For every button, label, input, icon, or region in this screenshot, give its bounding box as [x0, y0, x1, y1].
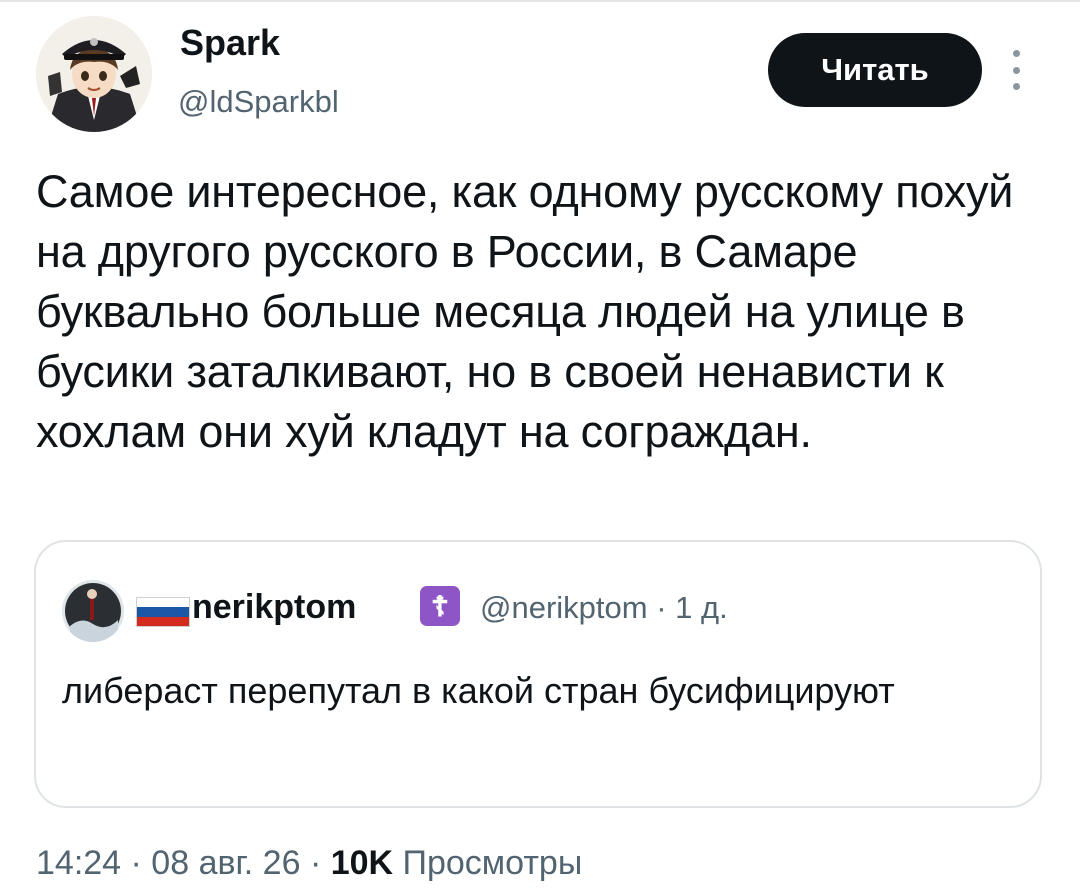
follow-button[interactable]: Читать [768, 33, 982, 107]
author-display-name[interactable]: Spark [180, 22, 280, 64]
quote-text: либераст перепутал в какой стран бусифиц… [62, 670, 895, 711]
more-vertical-icon[interactable] [1004, 50, 1028, 90]
top-divider [0, 0, 1080, 2]
more-dot [1012, 50, 1020, 57]
tweet-text: Самое интересное, как одному русскому по… [36, 166, 1014, 457]
quote-author-meta: @nerikptom · 1 д. [480, 590, 728, 625]
quoted-tweet-card[interactable]: nerikptom ☦ @nerikptom · 1 д. либераст п… [34, 540, 1042, 808]
quote-avatar-image [62, 580, 124, 642]
author-handle[interactable]: @ldSparkbl [178, 84, 339, 120]
views-label: Просмотры [402, 844, 583, 882]
russian-flag-icon [136, 597, 190, 627]
quote-author-name: nerikptom [192, 588, 357, 626]
avatar-illustration [36, 16, 152, 132]
tweet-timestamp-row: 14:24 · 08 авг. 26 · 10K Просмотры [36, 844, 582, 883]
more-dot [1012, 66, 1020, 74]
views-count: 10K [330, 844, 394, 882]
quote-author-avatar [62, 580, 124, 642]
orthodox-cross-icon: ☦ [420, 586, 460, 626]
author-avatar[interactable] [36, 16, 152, 132]
more-dot [1012, 83, 1020, 90]
tweet-time-date[interactable]: 14:24 · 08 авг. 26 · [36, 844, 321, 882]
